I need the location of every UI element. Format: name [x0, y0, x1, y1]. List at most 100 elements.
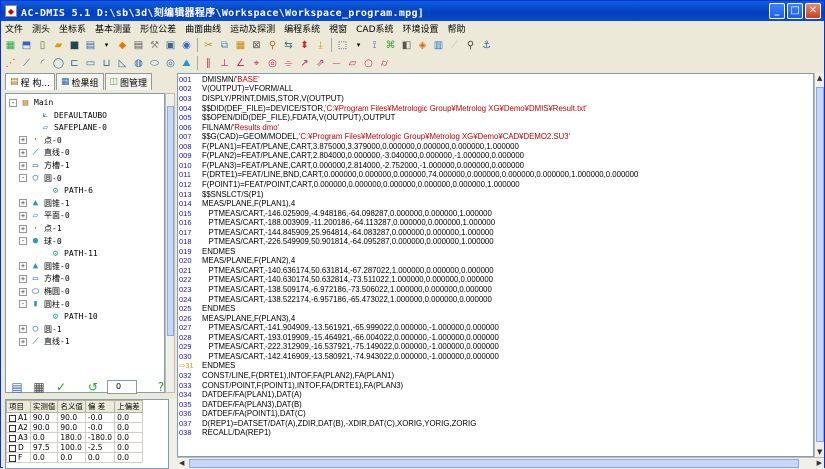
expand-toggle[interactable]: - [9, 98, 17, 107]
save-icon[interactable]: ■ [67, 38, 82, 53]
report-icon[interactable]: ◈ [415, 38, 430, 53]
surface-feature-icon[interactable]: ⛰ [179, 56, 194, 71]
check-icon[interactable]: ✓ [53, 379, 69, 395]
grid-header[interactable]: 上偏差 [114, 400, 143, 413]
cone-feature-icon[interactable]: ◺ [115, 56, 130, 71]
tree-node[interactable]: + · 点-1 [19, 222, 62, 235]
camera-icon[interactable]: ◧ [399, 38, 414, 53]
menu-item[interactable]: 编程系统 [284, 22, 320, 35]
dropdown-arrow-icon[interactable]: ▾ [351, 38, 366, 53]
code-line[interactable]: 014 MEAS/PLANE,F(PLAN1),4 [178, 199, 295, 208]
expand-toggle[interactable]: + [19, 148, 27, 157]
sheet-icon[interactable]: ▦ [31, 379, 47, 395]
point-feature-icon[interactable]: ⋰ [3, 56, 18, 71]
line-feature-icon[interactable]: ⟋ [19, 56, 34, 71]
cursor-icon[interactable]: ⬚ [335, 38, 350, 53]
tree-node[interactable]: ⟀ DEFAULTAUBO [29, 109, 107, 122]
expand-toggle[interactable]: - [19, 237, 27, 246]
menu-item[interactable]: 运动及探测 [230, 22, 275, 35]
cut-icon[interactable]: ✂ [201, 38, 216, 53]
paste-icon[interactable]: ▦ [233, 38, 248, 53]
tree-node[interactable]: + ◯ 圆-1 [19, 323, 62, 336]
menu-item[interactable]: 基本测量 [95, 22, 131, 35]
row-checkbox[interactable] [9, 454, 16, 462]
code-line[interactable]: 027 PTMEAS/CART,-141.904909,-13.561921,-… [178, 323, 499, 332]
table-row[interactable]: F 0.0 0.0 0.0 0.0 [6, 452, 143, 463]
code-line[interactable]: 036 DATDEF/FA(POINT1),DAT(C) [178, 409, 306, 418]
menu-item[interactable]: CAD系统 [356, 22, 393, 35]
maximize-button[interactable]: □ [787, 3, 803, 19]
total-runout-icon[interactable]: ⇗ [313, 56, 328, 71]
circularity-icon[interactable]: ○ [361, 56, 376, 71]
tree-node[interactable]: + · 点-0 [19, 134, 62, 147]
menu-item[interactable]: 坐标系 [59, 22, 86, 35]
menu-item[interactable]: 帮助 [448, 22, 466, 35]
expand-toggle[interactable]: + [19, 337, 27, 346]
arc-feature-icon[interactable]: ◜ [35, 56, 50, 71]
replace-icon[interactable]: ⇆ [281, 38, 296, 53]
circle-feature-icon[interactable]: ◯ [51, 56, 66, 71]
code-line[interactable]: 008 F(PLAN1)=FEAT/PLANE,CART,3.875000,3.3… [178, 142, 519, 151]
menu-item[interactable]: 环境设置 [403, 22, 439, 35]
table-row[interactable]: A2 90.0 90.0 -0.0 0.0 [6, 422, 143, 433]
code-line[interactable]: 034 DATDEF/FA(PLAN1),DAT(A) [178, 390, 302, 399]
code-line[interactable]: 035 DATDEF/FA(PLAN3),DAT(B) [178, 400, 302, 409]
code-line[interactable]: 004 $$DID(DEF_FILE)=DEVICE/STOR, 'C:¥Progr… [178, 104, 587, 113]
minimize-button[interactable]: _ [769, 3, 785, 19]
runout-icon[interactable]: ↗ [297, 56, 312, 71]
tree-node[interactable]: + ▭ 方槽-0 [19, 272, 70, 285]
menu-item[interactable]: 視窗 [329, 22, 347, 35]
grid-scrollbar[interactable] [169, 399, 177, 469]
table-row[interactable]: A3 0.0 180.0 -180.0 0.0 [6, 432, 143, 443]
code-line[interactable]: 025 ENDMES [178, 304, 235, 313]
menu-item[interactable]: 形位公差 [140, 22, 176, 35]
expand-toggle[interactable]: - [19, 174, 27, 183]
expand-toggle[interactable]: + [19, 199, 27, 208]
code-line[interactable]: 029 PTMEAS/CART,-222.312909,-16.537921,-… [178, 342, 499, 351]
dropdown-arrow-icon[interactable]: ▾ [99, 38, 114, 53]
code-line[interactable]: 028 PTMEAS/CART,-193.019909,-15.464921,-… [178, 333, 499, 342]
open-folder-icon[interactable]: ▰ [51, 38, 66, 53]
probe-view-icon[interactable]: ◉ [179, 38, 194, 53]
new-program-icon[interactable]: ▦ [3, 38, 18, 53]
copy-icon[interactable]: ⧉ [217, 38, 232, 53]
tree-scrollbar[interactable] [165, 93, 175, 393]
code-line[interactable]: 015 PTMEAS/CART,-146.025909,-4.948186,-6… [178, 209, 492, 218]
grid-header[interactable]: 偏 差 [84, 400, 116, 413]
expand-toggle[interactable]: + [19, 274, 27, 283]
row-checkbox[interactable] [9, 434, 16, 442]
code-line[interactable]: 037 D(REP1)=DATSET/DAT(A),ZDIR,DAT(B),-XD… [178, 419, 476, 428]
tree-node[interactable]: ⚙ PATH-10 [39, 310, 98, 323]
save-as-icon[interactable]: ▤ [83, 38, 98, 53]
concentric-icon[interactable]: ◎ [265, 56, 280, 71]
code-line[interactable]: 003 DISPLY/PRINT,DMIS,STOR,V(OUTPUT) [178, 94, 344, 103]
flatness-icon[interactable]: ▱ [345, 56, 360, 71]
code-line[interactable]: 032 CONST/LINE,F(DRTE1),INTOF,FA(PLAN2),F… [178, 371, 394, 380]
row-checkbox[interactable] [9, 414, 16, 422]
new-file-icon[interactable]: ▯ [35, 38, 50, 53]
expand-toggle[interactable]: + [19, 211, 27, 220]
tree-node[interactable]: + ▱ 平面-0 [19, 209, 70, 222]
code-line[interactable]: 026 MEAS/PLANE,F(PLAN3),4 [178, 314, 295, 323]
chart-icon[interactable]: ▥ [431, 38, 446, 53]
rect-slot-feature-icon[interactable]: ▭ [83, 56, 98, 71]
counter-input[interactable]: 0 [107, 380, 137, 394]
code-editor[interactable]: 001 DMISMN/'BASE' 002 V(OUTPUT)=VFORM/ALL 00… [177, 73, 814, 457]
code-line[interactable]: 001 DMISMN/'BASE' [178, 75, 260, 84]
code-line[interactable]: 022 PTMEAS/CART,-140.630174,50.632814,-7… [178, 275, 493, 284]
tree-node[interactable]: - ◯ 圆-0 [19, 172, 62, 185]
stylus-icon[interactable]: ⚓ [479, 38, 494, 53]
code-line[interactable]: 020 MEAS/PLANE,F(PLAN2),4 [178, 256, 295, 265]
tree-node[interactable]: + ▲ 圆锥-0 [19, 260, 70, 273]
tool-icon[interactable]: ⚒ [147, 38, 162, 53]
tree-node[interactable]: - ▮ 圆柱-0 [19, 298, 70, 311]
ellipse-feature-icon[interactable]: ⬭ [147, 56, 162, 71]
expand-toggle[interactable]: + [19, 262, 27, 271]
code-line[interactable]: 007 $$G(CAD)=GEOM/MODEL, 'C:¥Program Files… [178, 132, 570, 141]
code-line[interactable]: 023 PTMEAS/CART,-138.509174,-6.972186,-7… [178, 285, 492, 294]
tree-node[interactable]: + ⟋ 直线-1 [19, 335, 70, 348]
recheck-icon[interactable]: ↺ [85, 379, 101, 395]
cylinder-feature-icon[interactable]: ⊔ [99, 56, 114, 71]
graphics-icon[interactable]: ▣ [163, 38, 178, 53]
scan-icon[interactable]: ⌘ [383, 38, 398, 53]
